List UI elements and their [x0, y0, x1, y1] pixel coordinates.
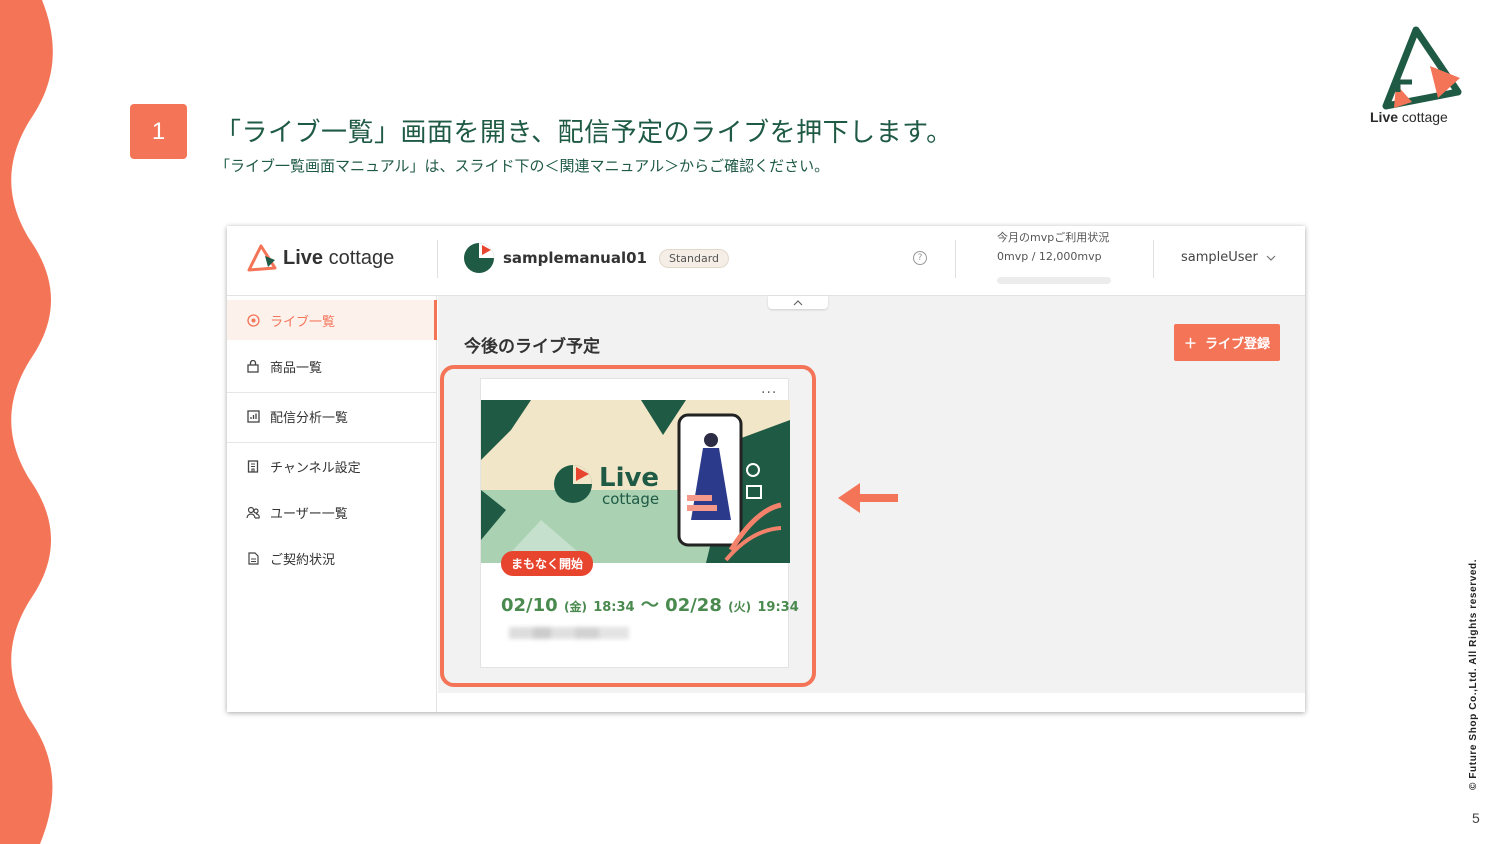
- header-divider: [1153, 240, 1154, 278]
- plan-badge: Standard: [658, 248, 730, 268]
- arrow-left-icon: [838, 483, 898, 513]
- slide-title: 「ライブ一覧」画面を開き、配信予定のライブを押下します。: [215, 118, 953, 148]
- sidebar-item-label: 商品一覧: [270, 360, 323, 376]
- sidebar-item-label: ライブ一覧: [270, 314, 336, 330]
- chart-icon: [246, 409, 260, 423]
- app-header: Live cottage samplemanual01 Standard ? 今…: [227, 226, 1305, 296]
- channel-switcher[interactable]: samplemanual01 Standard: [463, 242, 730, 274]
- sidebar-item-contract[interactable]: ご契約状況: [227, 538, 437, 578]
- usage-title: 今月のmvpご利用状況: [997, 231, 1110, 244]
- sidebar-item-label: チャンネル設定: [270, 460, 361, 476]
- users-icon: [246, 505, 260, 519]
- plus-icon: ＋: [1183, 337, 1197, 352]
- sidebar-item-live-list[interactable]: ライブ一覧: [227, 300, 437, 340]
- chevron-up-icon: [793, 299, 803, 305]
- brand-wordmark: Live cottage: [1370, 109, 1448, 125]
- usage-value: 0mvp / 12,000mvp: [997, 250, 1102, 263]
- document-icon: [246, 551, 260, 565]
- add-live-button-label: ライブ登録: [1205, 337, 1271, 352]
- usage-progress-bar: [997, 277, 1111, 284]
- header-divider: [437, 240, 438, 278]
- section-title: 今後のライブ予定: [464, 337, 600, 357]
- sidebar-divider: [227, 392, 437, 393]
- app-logo[interactable]: Live cottage: [247, 244, 394, 272]
- highlight-frame: [440, 365, 816, 687]
- channel-avatar-icon: [464, 243, 494, 273]
- header-divider: [955, 240, 956, 278]
- sidebar: ライブ一覧 商品一覧 配信分析一覧 チャンネル設定 ユーザー一覧 ご契約状況: [227, 296, 437, 712]
- slide-subtitle: 「ライブ一覧画面マニュアル」は、スライド下の＜関連マニュアル＞からご確認ください…: [215, 157, 830, 175]
- app-logo-text: Live cottage: [283, 246, 395, 269]
- sidebar-item-users[interactable]: ユーザー一覧: [227, 492, 437, 532]
- copyright-text: © Future Shop Co.,Ltd. All Rights reserv…: [1468, 558, 1479, 790]
- chevron-down-icon: [1266, 255, 1276, 261]
- sidebar-item-label: ユーザー一覧: [270, 506, 348, 522]
- add-live-button[interactable]: ＋ ライブ登録: [1174, 324, 1280, 361]
- radio-icon: [246, 313, 260, 327]
- sidebar-item-analytics[interactable]: 配信分析一覧: [227, 396, 437, 436]
- sidebar-item-products[interactable]: 商品一覧: [227, 346, 437, 386]
- help-icon[interactable]: ?: [913, 251, 927, 265]
- channel-name: samplemanual01: [503, 249, 647, 267]
- user-name: sampleUser: [1181, 250, 1258, 265]
- sidebar-item-label: 配信分析一覧: [270, 410, 349, 426]
- sidebar-item-label: ご契約状況: [270, 552, 336, 568]
- page-number: 5: [1472, 810, 1480, 826]
- building-icon: [246, 459, 260, 473]
- sidebar-divider: [227, 442, 437, 443]
- user-menu[interactable]: sampleUser: [1181, 250, 1276, 265]
- step-number-badge: 1: [130, 104, 187, 159]
- app-logo-icon: [247, 244, 277, 272]
- collapse-header-toggle[interactable]: [768, 296, 828, 309]
- decorative-wave: [0, 0, 53, 844]
- bag-icon: [246, 359, 260, 373]
- sidebar-item-channel-settings[interactable]: チャンネル設定: [227, 446, 437, 486]
